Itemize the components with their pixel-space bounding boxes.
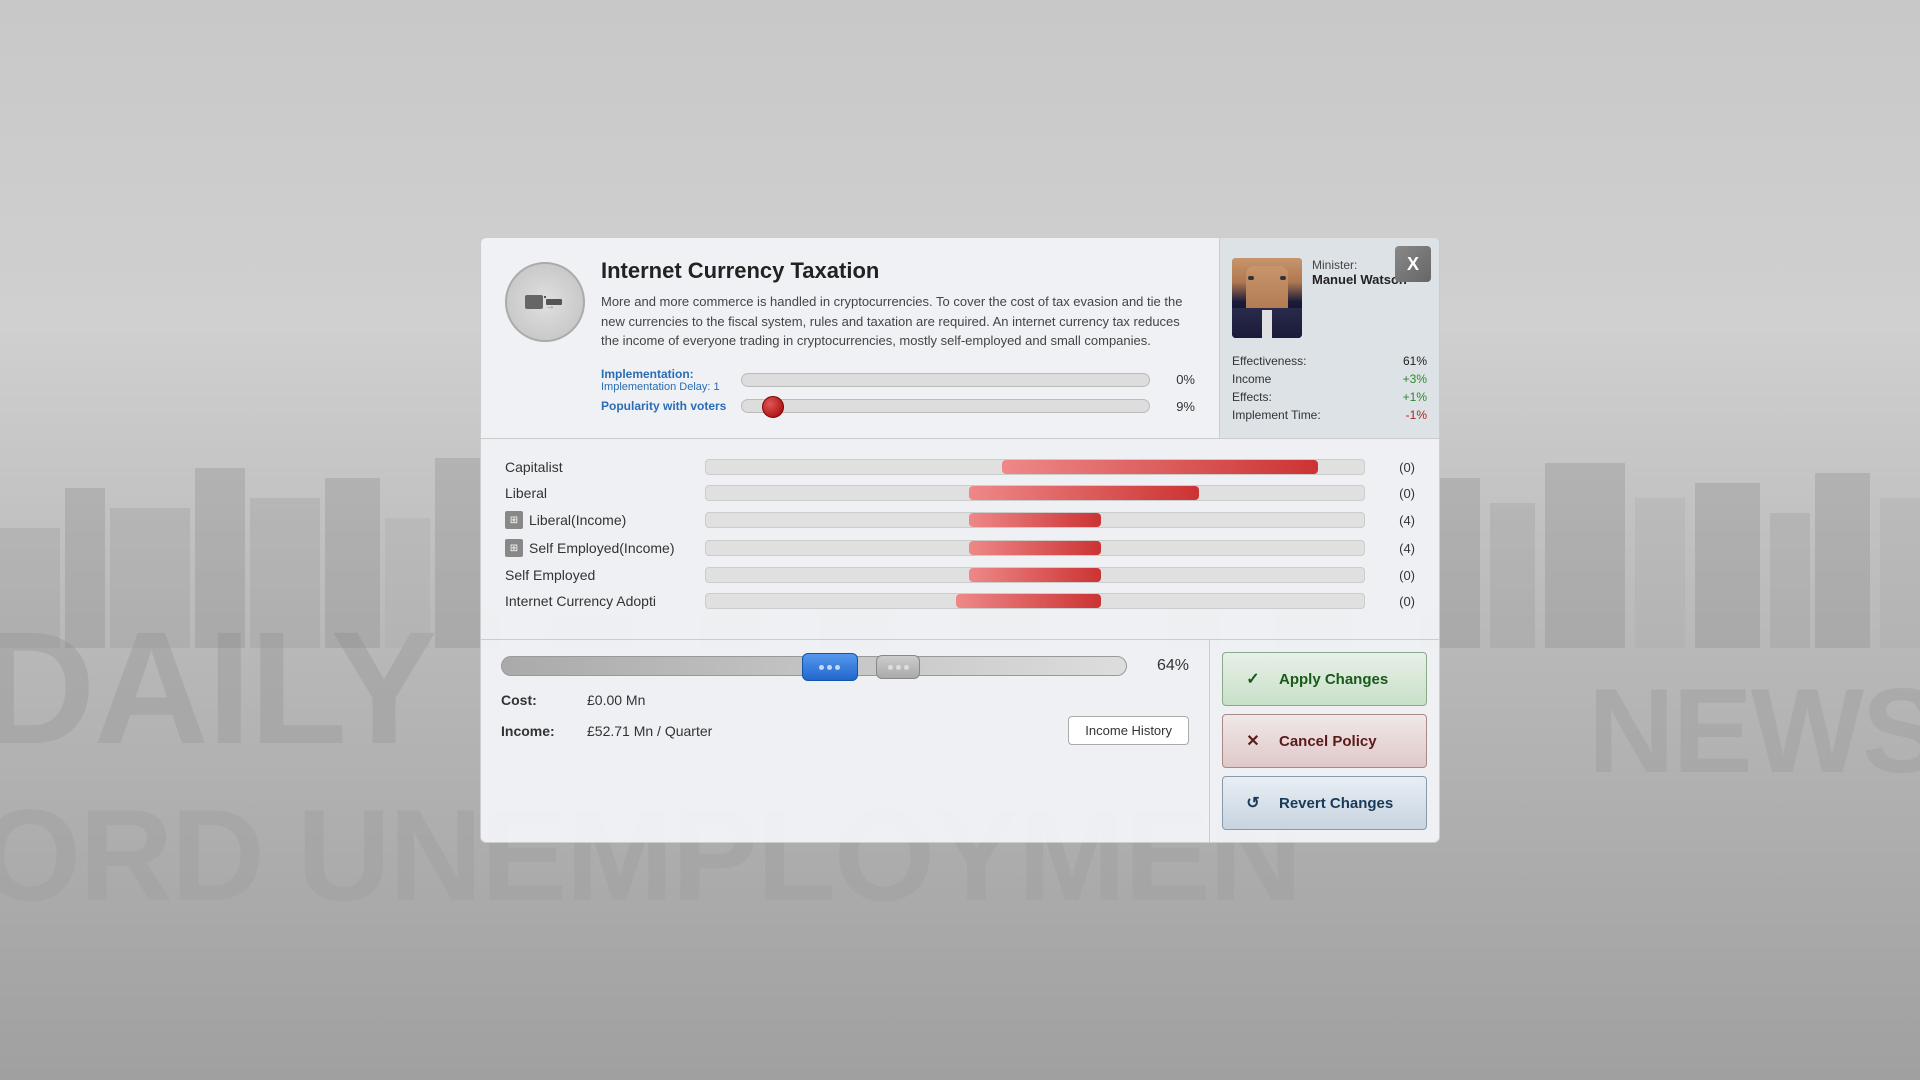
thumb-dot-2: [827, 665, 832, 670]
implement-time-value: -1%: [1406, 408, 1427, 422]
voter-label-liberal-income: ⊞ Liberal(Income): [505, 511, 695, 529]
popularity-slider-row: Popularity with voters 9%: [601, 399, 1195, 414]
implement-time-stat: Implement Time: -1%: [1232, 408, 1427, 422]
thumb2-dot-3: [904, 665, 909, 670]
income-label: Income:: [501, 723, 571, 739]
bottom-container: 64% Cost: £0.00 Mn Income: £52.71 Mn / Q…: [480, 640, 1440, 843]
policy-title: Internet Currency Taxation: [601, 258, 1195, 284]
revert-label: Revert Changes: [1279, 795, 1393, 812]
voter-label-liberal: Liberal: [505, 485, 695, 501]
voter-bar-self-employed: [705, 567, 1365, 583]
income-value: £52.71 Mn / Quarter: [587, 723, 712, 739]
main-slider-row: 64%: [501, 656, 1189, 676]
action-buttons-panel: ✓ Apply Changes ✕ Cancel Policy ↺ Revert…: [1210, 640, 1440, 843]
main-slider-thumb[interactable]: [802, 653, 858, 681]
voter-row-liberal-income: ⊞ Liberal(Income) (4): [505, 511, 1415, 529]
effectiveness-stat: Effectiveness: 61%: [1232, 354, 1427, 368]
apply-changes-button[interactable]: ✓ Apply Changes: [1222, 652, 1427, 706]
crypto-icon-svg: →: [520, 287, 570, 317]
close-button[interactable]: X: [1395, 246, 1431, 282]
main-content-area: → Internet Currency Taxation More and mo…: [0, 0, 1920, 1080]
main-slider-thumb2[interactable]: [876, 655, 920, 679]
policy-sliders: Implementation: Implementation Delay: 1 …: [601, 367, 1195, 414]
income-stat: Income +3%: [1232, 372, 1427, 386]
thumb-dot-3: [835, 665, 840, 670]
voter-row-self-employed-income: ⊞ Self Employed(Income) (4): [505, 539, 1415, 557]
policy-icon: →: [505, 262, 585, 342]
thumb2-dot-2: [896, 665, 901, 670]
voter-bar-liberal-income: [705, 512, 1365, 528]
policy-info: Internet Currency Taxation More and more…: [601, 258, 1195, 418]
cost-value: £0.00 Mn: [587, 692, 645, 708]
minister-avatar: [1232, 258, 1302, 338]
voter-groups-panel: Capitalist (0) Liberal (0) ⊞ Lib: [480, 439, 1440, 640]
popularity-dot: [762, 396, 784, 418]
dialog-container: → Internet Currency Taxation More and mo…: [480, 237, 1440, 843]
apply-label: Apply Changes: [1279, 671, 1388, 688]
voter-count-liberal: (0): [1375, 486, 1415, 501]
controls-panel: 64% Cost: £0.00 Mn Income: £52.71 Mn / Q…: [480, 640, 1210, 843]
popularity-track: [741, 399, 1150, 413]
main-slider-pct: 64%: [1139, 657, 1189, 675]
income-row: Income: £52.71 Mn / Quarter Income Histo…: [501, 716, 1189, 745]
voter-label-self-employed-income: ⊞ Self Employed(Income): [505, 539, 695, 557]
effects-value: +1%: [1403, 390, 1427, 404]
minister-stats: Effectiveness: 61% Income +3% Effects: +…: [1232, 354, 1427, 422]
voter-row-capitalist: Capitalist (0): [505, 459, 1415, 475]
revert-icon: ↺: [1239, 789, 1267, 817]
voter-bar-self-employed-income: [705, 540, 1365, 556]
minister-face: [1232, 258, 1302, 338]
thumb2-dot-1: [888, 665, 893, 670]
policy-description: More and more commerce is handled in cry…: [601, 292, 1195, 351]
popularity-label: Popularity with voters: [601, 399, 731, 413]
voter-row-internet-currency: Internet Currency Adopti (0): [505, 593, 1415, 609]
voter-icon-liberal-income: ⊞: [505, 511, 523, 529]
cancel-policy-button[interactable]: ✕ Cancel Policy: [1222, 714, 1427, 768]
voter-count-self-employed-income: (4): [1375, 541, 1415, 556]
minister-info: Minister: Manuel Watson: [1312, 258, 1407, 346]
income-value: +3%: [1403, 372, 1427, 386]
implementation-label-group: Implementation: Implementation Delay: 1: [601, 367, 731, 393]
cost-row: Cost: £0.00 Mn: [501, 692, 1189, 708]
cancel-label: Cancel Policy: [1279, 733, 1377, 750]
effects-stat: Effects: +1%: [1232, 390, 1427, 404]
thumb-dot-1: [819, 665, 824, 670]
effectiveness-value: 61%: [1403, 354, 1427, 368]
implementation-label: Implementation:: [601, 367, 731, 381]
minister-label: Minister: Manuel Watson: [1312, 258, 1407, 287]
voter-bar-internet-currency: [705, 593, 1365, 609]
voter-count-self-employed: (0): [1375, 568, 1415, 583]
implementation-delay-label: Implementation Delay: 1: [601, 381, 731, 393]
voter-bar-capitalist: [705, 459, 1365, 475]
minister-panel: X: [1219, 238, 1439, 438]
voter-row-liberal: Liberal (0): [505, 485, 1415, 501]
svg-text:→: →: [545, 301, 555, 312]
voter-bar-liberal: [705, 485, 1365, 501]
voter-count-liberal-income: (4): [1375, 513, 1415, 528]
implementation-track[interactable]: [741, 373, 1150, 387]
voter-label-self-employed: Self Employed: [505, 567, 695, 583]
cost-label: Cost:: [501, 692, 571, 708]
voter-count-capitalist: (0): [1375, 460, 1415, 475]
popularity-label-group: Popularity with voters: [601, 399, 731, 413]
voter-icon-self-employed-income: ⊞: [505, 539, 523, 557]
voter-row-self-employed: Self Employed (0): [505, 567, 1415, 583]
policy-left-section: → Internet Currency Taxation More and mo…: [481, 238, 1219, 438]
implementation-slider-row: Implementation: Implementation Delay: 1 …: [601, 367, 1195, 393]
policy-panel: → Internet Currency Taxation More and mo…: [480, 237, 1440, 439]
minister-name-value: Manuel Watson: [1312, 272, 1407, 287]
income-history-button[interactable]: Income History: [1068, 716, 1189, 745]
revert-changes-button[interactable]: ↺ Revert Changes: [1222, 776, 1427, 830]
voter-label-internet-currency: Internet Currency Adopti: [505, 593, 695, 609]
popularity-pct: 9%: [1160, 399, 1195, 414]
voter-label-capitalist: Capitalist: [505, 459, 695, 475]
voter-count-internet-currency: (0): [1375, 594, 1415, 609]
cancel-icon: ✕: [1239, 727, 1267, 755]
main-slider-track[interactable]: [501, 656, 1127, 676]
implementation-pct: 0%: [1160, 372, 1195, 387]
apply-icon: ✓: [1239, 665, 1267, 693]
